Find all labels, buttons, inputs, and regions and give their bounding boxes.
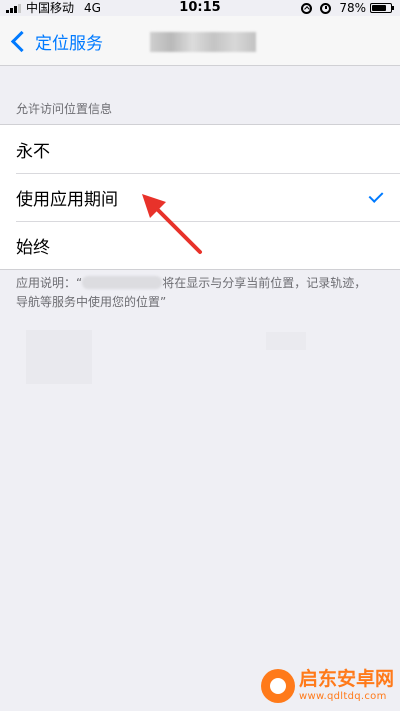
watermark-url: www.qdltdq.com [298,691,387,702]
section-header: 允许访问位置信息 [16,102,113,116]
blurred-app-title [150,32,256,52]
blurred-app-name [82,276,163,289]
watermark-logo-icon [260,669,295,703]
blurred-region [26,330,92,384]
orientation-lock-icon [301,2,313,14]
watermark: 启东安卓网 www.qdltdq.com [260,669,394,703]
battery-fill [372,5,387,11]
blurred-region [266,332,306,350]
description-prefix: 应用说明：“ [16,276,83,290]
chevron-left-icon [10,30,33,52]
battery-icon [370,3,394,13]
option-label: 使用应用期间 [16,189,118,210]
alarm-icon [320,2,332,14]
status-right: 78% [301,0,394,16]
option-label: 始终 [16,237,50,258]
back-button[interactable]: 定位服务 [8,16,103,66]
watermark-text: 启东安卓网 www.qdltdq.com [299,670,394,702]
checkmark-icon [368,188,384,203]
back-button-label: 定位服务 [35,33,103,54]
battery-percent: 78% [339,1,366,15]
navigation-bar: 定位服务 [0,16,400,66]
status-bar: 中国移动 4G 10:15 78% [0,0,400,16]
app-usage-description: 应用说明：“ 将在显示与分享当前位置，记录轨迹，导航等服务中使用您的位置” [16,274,376,312]
option-label: 永不 [16,141,50,162]
watermark-name: 启东安卓网 [298,668,394,690]
option-never[interactable]: 永不 [0,125,400,173]
annotation-arrow-icon [142,194,202,254]
